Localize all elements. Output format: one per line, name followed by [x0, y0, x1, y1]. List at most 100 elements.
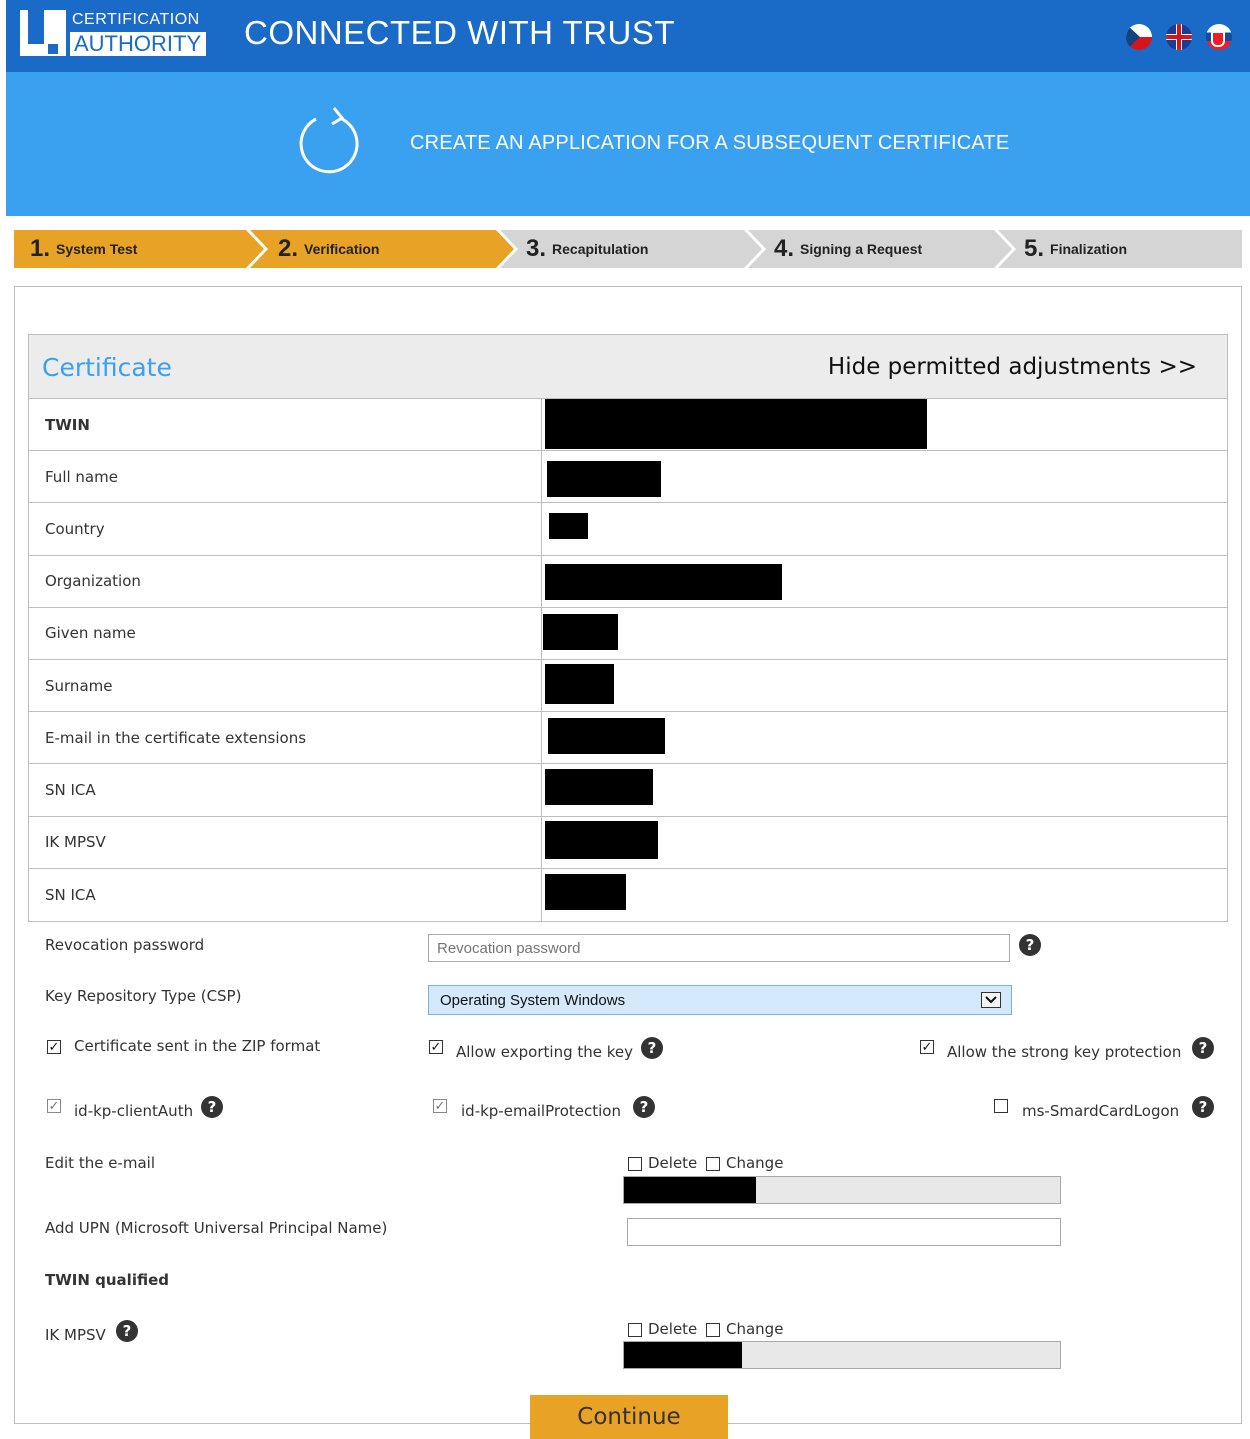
row-value [542, 608, 1227, 659]
logo-mark-icon [20, 10, 66, 56]
allow-export-checkbox[interactable]: ✓ [429, 1040, 443, 1054]
table-row: Country [29, 503, 1227, 556]
strong-protection-label: Allow the strong key protection [947, 1043, 1182, 1061]
row-value [542, 399, 1227, 450]
row-label-ik-mpsv: IK MPSV [29, 816, 542, 868]
table-row: Organization [29, 555, 1227, 608]
redacted-value [545, 663, 614, 704]
client-auth-label: id-kp-clientAuth [74, 1102, 194, 1120]
redacted-value [549, 513, 588, 540]
row-label-sn-ica-2: SN ICA [29, 868, 542, 921]
client-auth-checkbox[interactable]: ✓ [47, 1099, 61, 1113]
upn-label: Add UPN (Microsoft Universal Principal N… [45, 1219, 388, 1237]
certificate-header: Certificate Hide permitted adjustments >… [29, 335, 1227, 399]
csp-select[interactable]: Operating System Windows [428, 985, 1012, 1015]
certification-authority-logo[interactable]: CERTIFICATION AUTHORITY [20, 8, 208, 58]
language-switcher [1126, 24, 1232, 50]
zip-format-checkbox[interactable]: ✓ [47, 1040, 61, 1054]
help-icon[interactable]: ? [1192, 1037, 1214, 1059]
redacted-value [543, 613, 618, 650]
logo-line1: CERTIFICATION [72, 11, 200, 28]
certificate-table: Certificate Hide permitted adjustments >… [28, 334, 1228, 922]
edit-email-label: Edit the e-mail [45, 1154, 155, 1172]
email-field [623, 1176, 1061, 1204]
delete-ik-mpsv-checkbox[interactable] [628, 1323, 642, 1337]
delete-ik-mpsv-label: Delete [648, 1320, 698, 1338]
tagline: CONNECTED WITH TRUST [244, 14, 676, 51]
row-value [542, 451, 1227, 502]
redacted-value [548, 718, 665, 755]
top-header: CERTIFICATION AUTHORITY CONNECTED WITH T… [6, 0, 1250, 72]
row-label-country: Country [29, 503, 542, 555]
page-title: CREATE AN APPLICATION FOR A SUBSEQUENT C… [410, 132, 1010, 154]
step-recapitulation: 3. Recapitulation [526, 235, 649, 262]
page-banner: CREATE AN APPLICATION FOR A SUBSEQUENT C… [6, 72, 1250, 216]
table-row: Full name [29, 451, 1227, 504]
refresh-icon [299, 107, 359, 174]
table-row: Given name [29, 607, 1227, 660]
help-icon[interactable]: ? [201, 1096, 223, 1118]
ik-mpsv-field [623, 1341, 1061, 1369]
help-icon[interactable]: ? [633, 1096, 655, 1118]
change-email-checkbox[interactable] [706, 1157, 720, 1171]
row-value [542, 660, 1227, 711]
strong-protection-checkbox[interactable]: ✓ [920, 1040, 934, 1054]
row-value [542, 556, 1227, 607]
csp-selected-value: Operating System Windows [440, 991, 626, 1009]
step-verification: 2. Verification [278, 235, 380, 262]
csp-label: Key Repository Type (CSP) [45, 987, 242, 1005]
certificate-title: Certificate [42, 353, 172, 382]
smartcard-logon-checkbox[interactable] [994, 1099, 1008, 1113]
revocation-password-label: Revocation password [45, 936, 205, 954]
change-email-label: Change [726, 1154, 784, 1172]
ik-mpsv-label: IK MPSV [45, 1326, 106, 1344]
row-label-twin: TWIN [29, 399, 542, 451]
table-row: E-mail in the certificate extensions [29, 712, 1227, 765]
chevron-down-icon[interactable] [981, 992, 1001, 1008]
table-row: IK MPSV [29, 816, 1227, 869]
email-protection-checkbox[interactable]: ✓ [433, 1099, 447, 1113]
row-value [542, 817, 1227, 868]
change-ik-mpsv-label: Change [726, 1320, 784, 1338]
row-value [542, 869, 1227, 921]
row-value [542, 764, 1227, 815]
continue-button[interactable]: Continue [530, 1395, 728, 1439]
redacted-value [624, 1342, 742, 1368]
czech-flag-icon[interactable] [1126, 24, 1152, 50]
allow-export-label: Allow exporting the key [456, 1043, 634, 1061]
redacted-value [545, 769, 653, 806]
help-icon[interactable]: ? [1019, 934, 1041, 956]
hide-adjustments-link[interactable]: Hide permitted adjustments >> [828, 354, 1197, 380]
progress-steps: 1. System Test 2. Verification 3. Recapitul… [14, 230, 1242, 268]
redacted-value [547, 461, 661, 498]
redacted-value [545, 399, 927, 449]
help-icon[interactable]: ? [1192, 1096, 1214, 1118]
upn-input[interactable] [627, 1218, 1061, 1246]
twin-qualified-label: TWIN qualified [45, 1271, 169, 1289]
redacted-value [545, 563, 782, 600]
redacted-value [545, 820, 658, 859]
redacted-value [624, 1177, 756, 1203]
slovak-flag-icon[interactable] [1206, 24, 1232, 50]
step-signing-request: 4. Signing a Request [774, 235, 923, 262]
row-label-sn-ica: SN ICA [29, 764, 542, 816]
zip-format-label: Certificate sent in the ZIP format [74, 1037, 321, 1055]
table-row: SN ICA [29, 764, 1227, 817]
uk-flag-icon[interactable] [1166, 24, 1192, 50]
change-ik-mpsv-checkbox[interactable] [706, 1323, 720, 1337]
smartcard-logon-label: ms-SmardCardLogon [1022, 1102, 1180, 1120]
table-row: TWIN [29, 399, 1227, 452]
table-row: SN ICA [29, 868, 1227, 921]
row-label-email: E-mail in the certificate extensions [29, 712, 542, 764]
help-icon[interactable]: ? [641, 1037, 663, 1059]
row-label-full-name: Full name [29, 451, 542, 503]
help-icon[interactable]: ? [116, 1320, 138, 1342]
table-row: Surname [29, 659, 1227, 713]
row-label-organization: Organization [29, 555, 542, 607]
revocation-password-input[interactable] [428, 934, 1010, 962]
step-system-test: 1. System Test [30, 235, 138, 262]
delete-email-label: Delete [648, 1154, 698, 1172]
redacted-value [545, 873, 626, 910]
delete-email-checkbox[interactable] [628, 1157, 642, 1171]
step-finalization: 5. Finalization [1024, 235, 1128, 262]
